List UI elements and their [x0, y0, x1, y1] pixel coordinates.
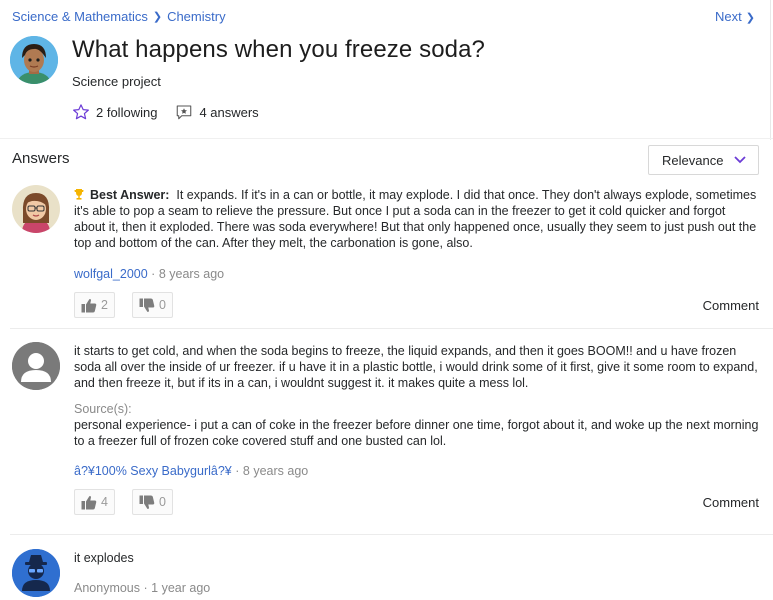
answer-time: 8 years ago: [242, 464, 309, 478]
asker-avatar[interactable]: [10, 36, 58, 84]
answer-button[interactable]: 4 answers: [175, 103, 259, 121]
answer-text: Best Answer: It expands. If it's in a ca…: [74, 187, 760, 251]
best-answer-label: Best Answer:: [90, 188, 170, 202]
comment-button[interactable]: Comment: [703, 298, 759, 313]
author-line: â?¥100% Sexy Babygurlâ?¥ · 8 years ago: [74, 464, 308, 478]
breadcrumb-category[interactable]: Science & Mathematics: [12, 9, 148, 24]
breadcrumb-subcategory[interactable]: Chemistry: [167, 9, 226, 24]
upvote-count: 4: [101, 495, 108, 509]
author-link[interactable]: wolfgal_2000: [74, 267, 148, 281]
dot-separator: ·: [143, 581, 148, 595]
default-user-icon: [12, 342, 60, 390]
top-bar: Science & Mathematics ❯ Chemistry Next ❯: [0, 0, 773, 32]
author-line: wolfgal_2000 · 8 years ago: [74, 267, 224, 281]
question-title: What happens when you freeze soda?: [72, 36, 486, 63]
next-question-link[interactable]: Next ❯: [715, 9, 755, 24]
avatar[interactable]: [12, 549, 60, 597]
thumbs-down-icon: [139, 298, 155, 312]
avatar-illustration-icon: [10, 36, 58, 84]
downvote-count: 0: [159, 298, 166, 312]
answers-count: 4 answers: [199, 104, 259, 120]
chevron-right-icon: ❯: [745, 12, 755, 24]
divider: [10, 534, 773, 535]
chevron-down-icon: [734, 156, 746, 164]
thumbs-down-icon: [139, 495, 155, 509]
sources-label: Source(s):: [74, 402, 132, 416]
answer-body: it starts to get cold, and when the soda…: [74, 344, 758, 390]
upvote-button[interactable]: 4: [74, 489, 115, 515]
sort-dropdown[interactable]: Relevance: [648, 145, 759, 175]
author-line: Anonymous · 1 year ago: [74, 581, 210, 595]
divider: [0, 138, 773, 139]
sort-label: Relevance: [662, 152, 724, 168]
avatar[interactable]: [12, 185, 60, 233]
answers-heading: Answers: [12, 150, 70, 167]
trophy-icon: [74, 189, 84, 200]
sources-text: personal experience- i put a can of coke…: [74, 418, 759, 448]
following-count: 2 following: [96, 104, 158, 120]
chevron-right-icon: ❯: [152, 11, 163, 23]
next-label: Next: [715, 9, 742, 24]
thumbs-up-icon: [81, 298, 97, 312]
answer-text: it explodes: [74, 551, 134, 565]
divider: [10, 328, 773, 329]
question-meta: 2 following 4 answers: [72, 103, 277, 121]
author-link[interactable]: â?¥100% Sexy Babygurlâ?¥: [74, 464, 232, 478]
thumbs-up-icon: [81, 495, 97, 509]
comment-button[interactable]: Comment: [703, 495, 759, 510]
breadcrumb: Science & Mathematics ❯ Chemistry: [12, 9, 226, 24]
star-outline-icon: [73, 104, 89, 120]
upvote-count: 2: [101, 298, 108, 312]
answer-body: It expands. If it's in a can or bottle, …: [74, 188, 757, 250]
author-name: Anonymous: [74, 581, 141, 595]
dot-separator: ·: [151, 267, 156, 281]
avatar[interactable]: [12, 342, 60, 390]
dot-separator: ·: [235, 464, 240, 478]
upvote-button[interactable]: 2: [74, 292, 115, 318]
divider: [770, 0, 771, 140]
anonymous-user-icon: [12, 549, 60, 597]
answer-time: 8 years ago: [158, 267, 225, 281]
answer-time: 1 year ago: [151, 581, 211, 595]
follow-button[interactable]: 2 following: [72, 103, 157, 121]
question-detail: Science project: [72, 74, 161, 89]
downvote-button[interactable]: 0: [132, 292, 173, 318]
answer-flag-icon: [177, 105, 192, 120]
answer-text: it starts to get cold, and when the soda…: [74, 343, 760, 449]
downvote-count: 0: [159, 495, 166, 509]
downvote-button[interactable]: 0: [132, 489, 173, 515]
avatar-illustration-icon: [12, 185, 60, 233]
